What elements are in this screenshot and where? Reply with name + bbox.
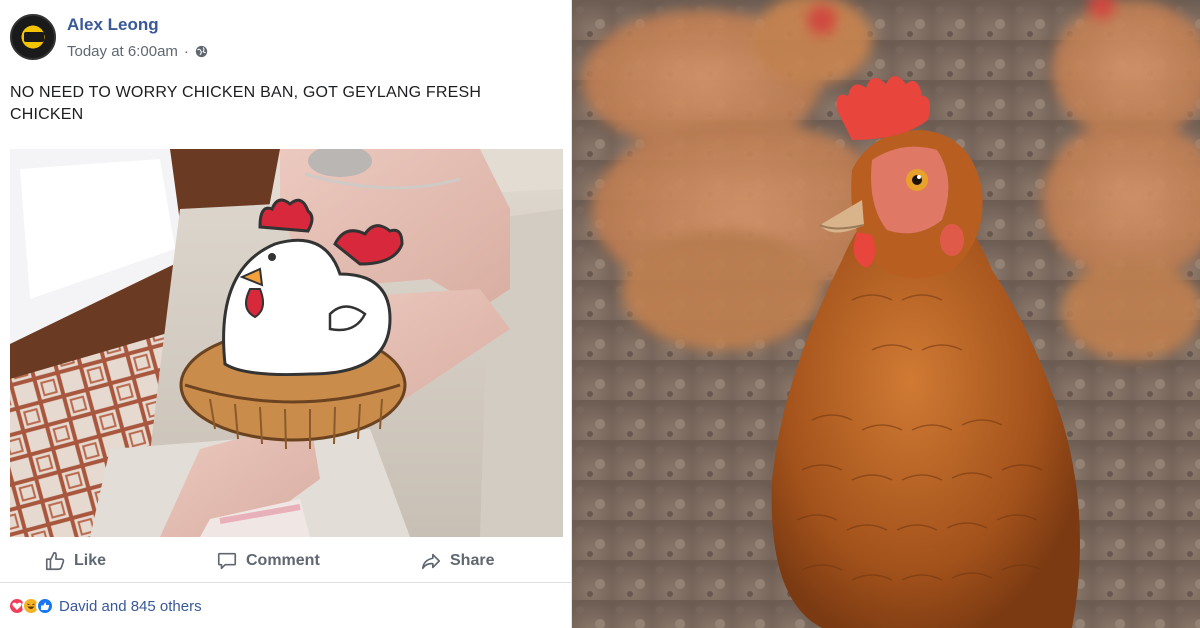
author-name[interactable]: Alex Leong <box>67 15 159 35</box>
like-label: Like <box>74 552 107 569</box>
thumbs-up-icon <box>45 551 65 571</box>
comment-icon <box>217 552 237 570</box>
facebook-post-card: Alex Leong Today at 6:00am · NO NEED TO … <box>0 0 572 628</box>
post-text: NO NEED TO WORRY CHICKEN BAN, GOT GEYLAN… <box>10 84 482 123</box>
reaction-count[interactable]: David and 845 others <box>59 598 202 615</box>
comment-label: Comment <box>246 552 320 569</box>
post-action-bar: Like Comment Share <box>0 540 572 580</box>
globe-icon[interactable] <box>195 45 208 58</box>
share-label: Share <box>450 552 495 569</box>
divider <box>0 582 572 583</box>
comment-button[interactable]: Comment <box>216 546 320 576</box>
post-timestamp[interactable]: Today at 6:00am <box>67 43 178 60</box>
post-meta: Today at 6:00am · <box>67 43 208 60</box>
hen-illustration <box>572 0 1200 628</box>
hen-photo <box>572 0 1200 628</box>
reaction-summary[interactable]: David and 845 others <box>8 596 202 616</box>
post-photo[interactable] <box>10 149 563 537</box>
post-photo-illustration <box>10 149 563 537</box>
post-header: Alex Leong Today at 6:00am · <box>10 12 562 64</box>
like-reaction-icon <box>36 597 54 615</box>
like-button[interactable]: Like <box>44 546 106 576</box>
share-button[interactable]: Share <box>420 546 494 576</box>
avatar[interactable] <box>10 14 56 60</box>
share-icon <box>421 553 441 570</box>
